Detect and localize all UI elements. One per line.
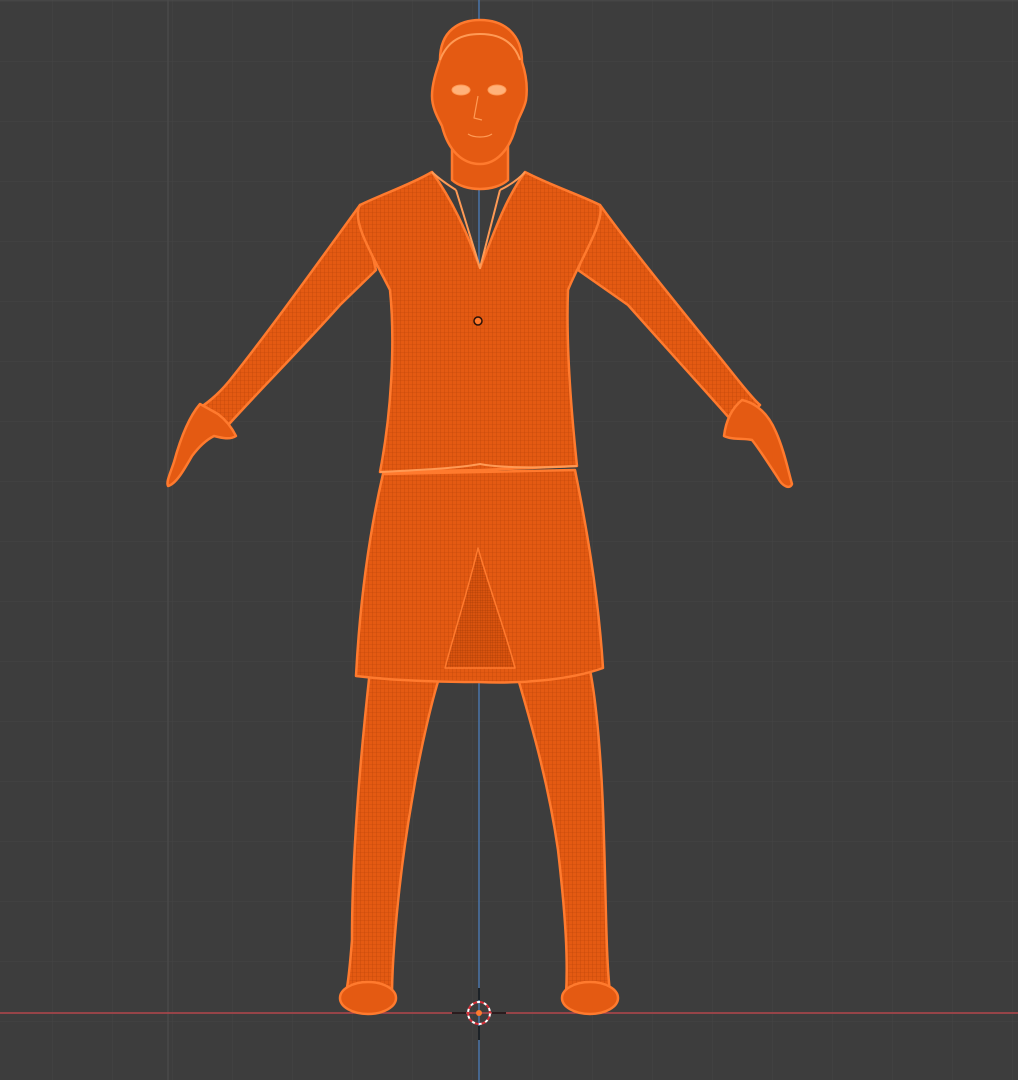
- origin-dot-icon[interactable]: [473, 316, 483, 326]
- viewport-canvas[interactable]: [0, 0, 1018, 1080]
- right-foot[interactable]: [560, 980, 620, 1016]
- 3d-viewport[interactable]: [0, 0, 1018, 1080]
- left-foot[interactable]: [338, 980, 398, 1016]
- left-eye: [451, 84, 471, 96]
- right-eye: [487, 84, 507, 96]
